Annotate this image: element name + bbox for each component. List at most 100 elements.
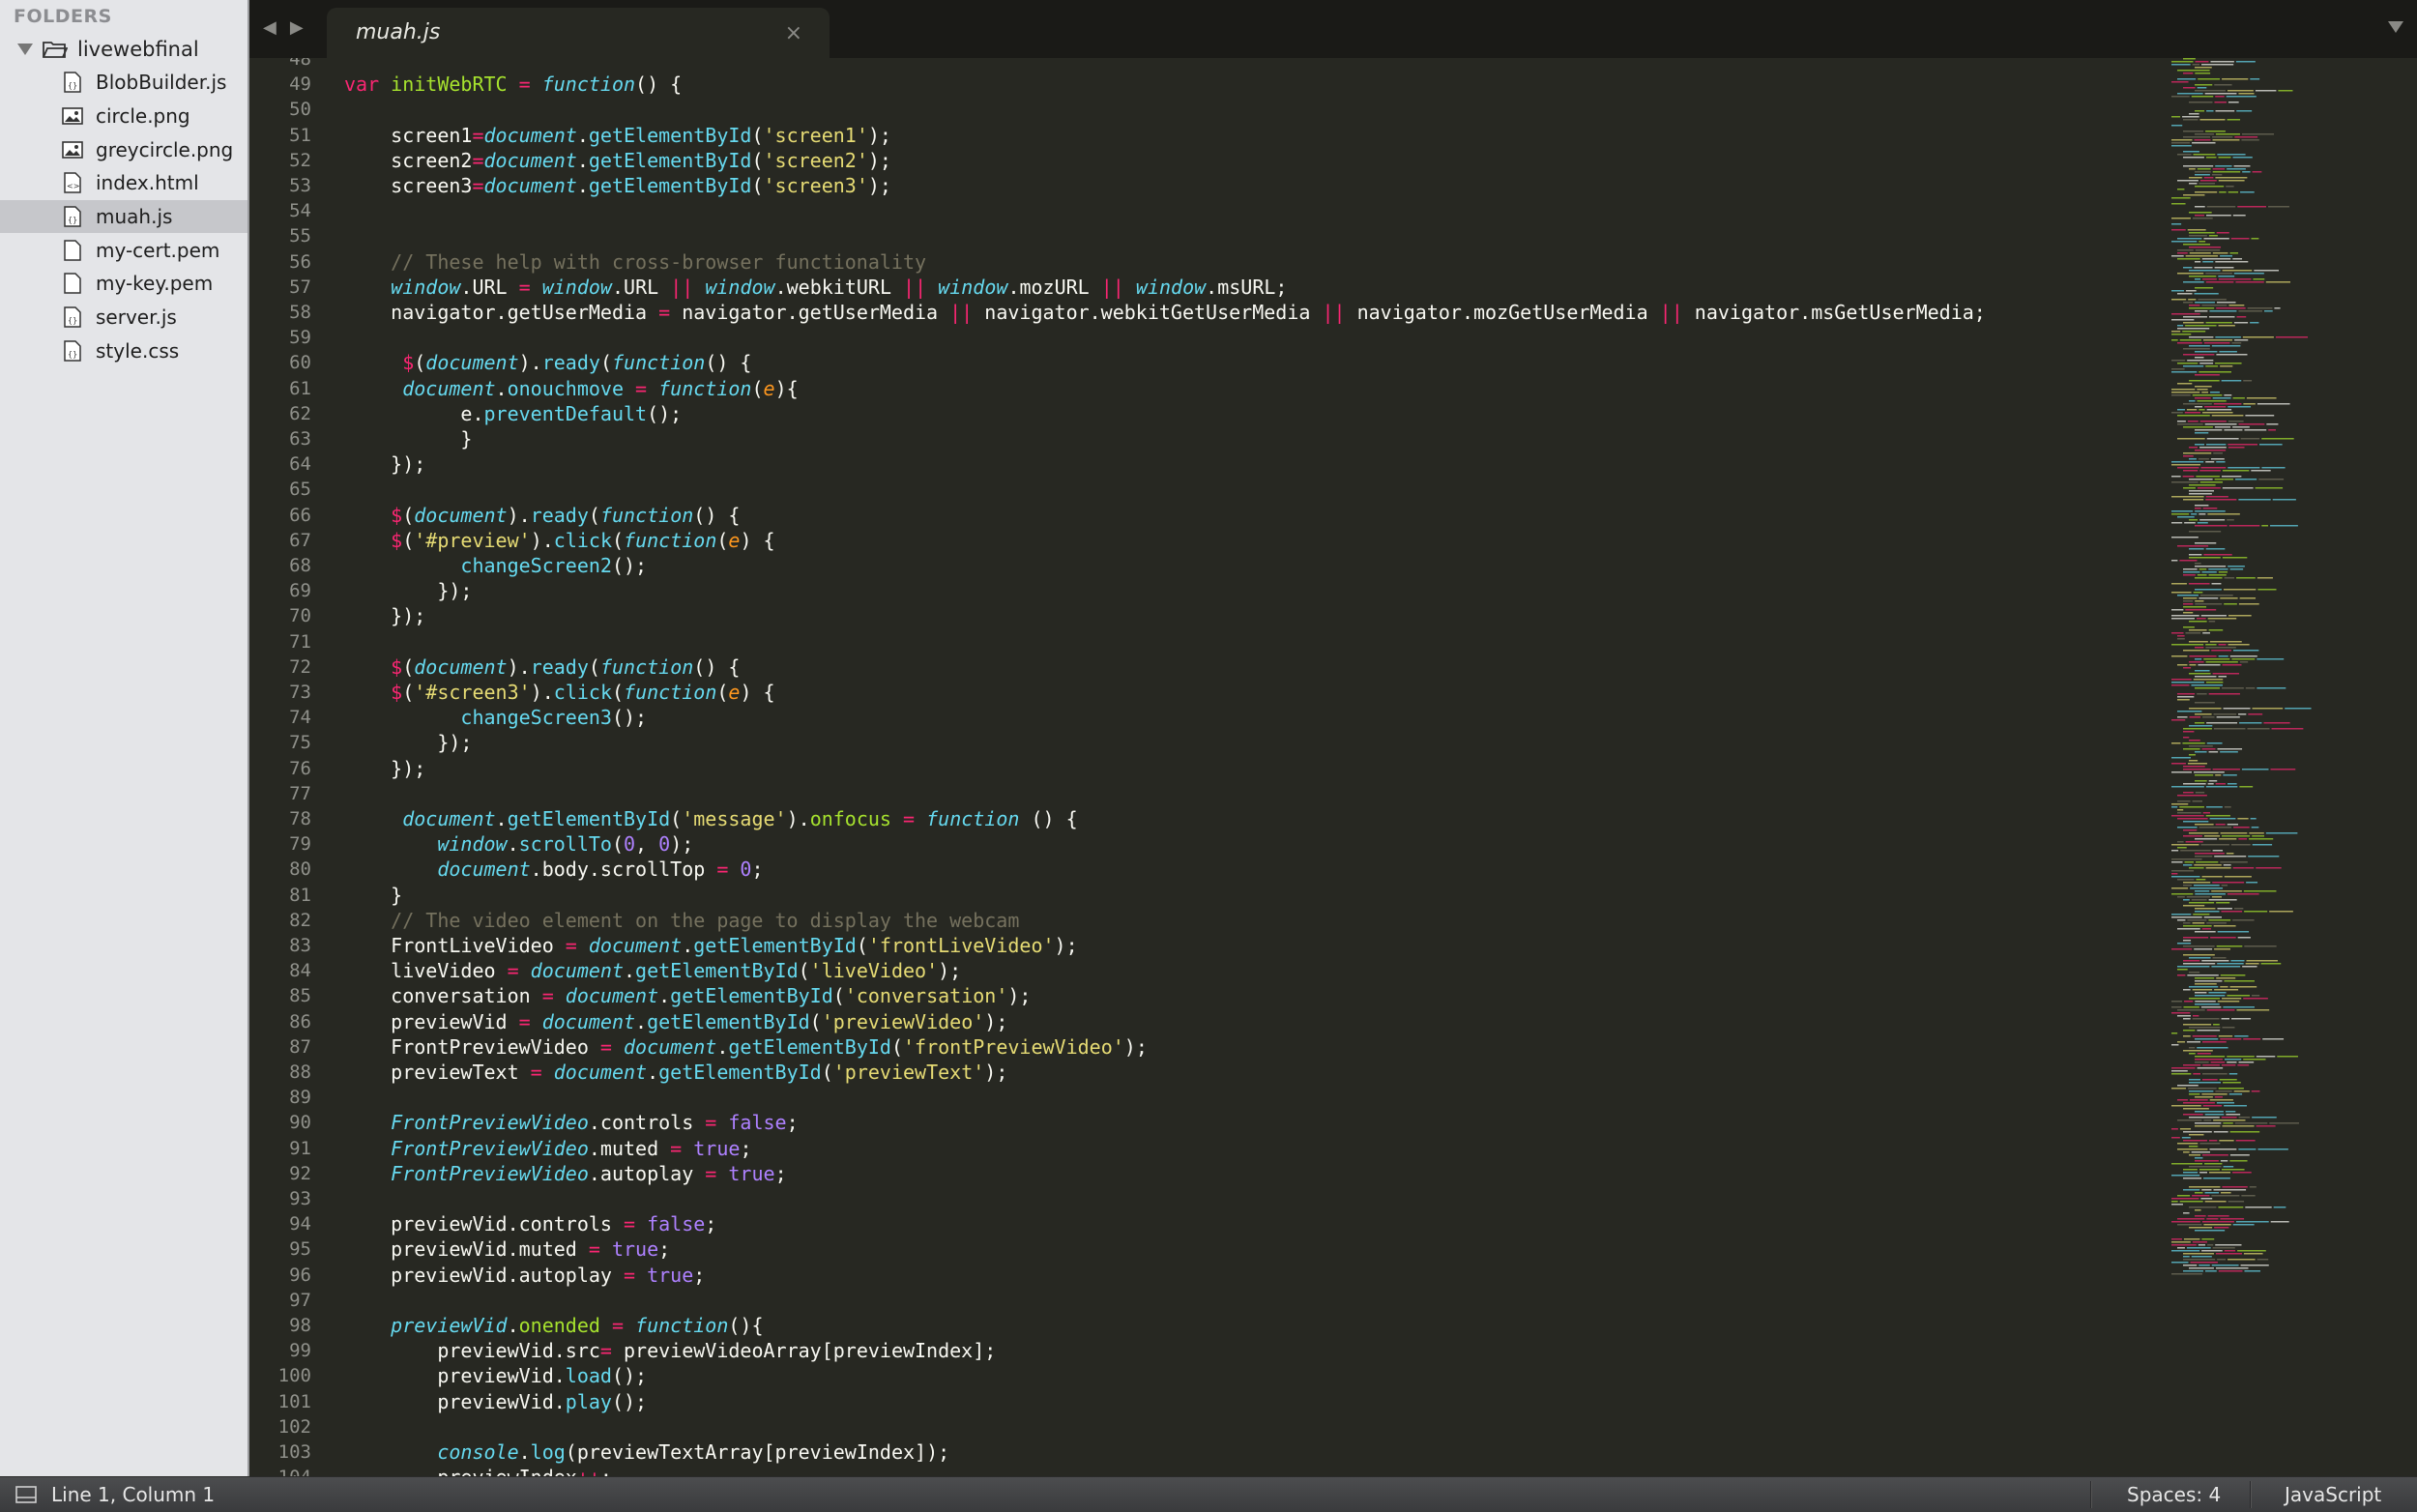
code-editor[interactable]: 48 49 50 51 52 53 54 55 56 57 58 59 60 61 62 63 64 65 66 67… [249,58,2417,1476]
minimap-line [2270,769,2296,771]
code-line[interactable]: }); [344,730,472,755]
code-line[interactable]: document.body.scrollTop = 0; [344,857,763,882]
code-line[interactable]: screen2=document.getElementById('screen2… [344,148,891,173]
code-token: ){ [774,376,799,400]
file-item-index-html[interactable]: <> index.html [0,166,248,200]
minimap-line [2171,1088,2187,1090]
panel-toggle-icon[interactable] [15,1486,37,1503]
minimap-line [2217,963,2244,965]
minimap-line [2171,1221,2200,1223]
chevron-right-icon[interactable]: ▶ [290,17,304,38]
code-line[interactable]: navigator.getUserMedia = navigator.getUs… [344,300,1986,325]
minimap-line [2189,1099,2208,1101]
code-line[interactable]: FrontPreviewVideo.controls = false; [344,1110,798,1135]
code-line[interactable]: window.scrollTo(0, 0); [344,831,693,857]
code-line[interactable]: previewVid.onended = function(){ [344,1313,763,1338]
code-line[interactable]: e.preventDefault(); [344,401,682,426]
folder-livewebfinal[interactable]: livewebfinal [0,33,248,66]
file-item-circle-png[interactable]: circle.png [0,100,248,133]
code-line[interactable]: FrontPreviewVideo = document.getElementB… [344,1034,1148,1060]
file-item-muah-js[interactable]: {} muah.js [0,199,248,234]
minimap-line [2171,145,2192,147]
code-line[interactable]: console.log(previewTextArray[previewInde… [344,1439,949,1465]
code-token: previewVid.src [344,1339,600,1363]
file-item-server-js[interactable]: {} server.js [0,301,248,334]
minimap-line [2185,325,2217,327]
code-line[interactable]: $(document).ready(function() { [344,350,751,375]
code-line[interactable]: $(document).ready(function() { [344,503,740,528]
code-line[interactable]: FrontLiveVideo = document.getElementById… [344,933,1077,958]
minimap-line [2265,281,2291,283]
code-line[interactable]: previewVid.muted = true; [344,1236,670,1262]
code-line[interactable]: previewVid.load(); [344,1363,647,1388]
code-line[interactable]: document.getElementById('message').onfoc… [344,806,1077,831]
minimap-line [2195,687,2221,689]
code-line[interactable]: changeScreen3(); [344,705,647,730]
code-line[interactable]: }); [344,451,425,477]
tab-close-icon[interactable]: × [785,21,802,45]
code-line[interactable]: changeScreen2(); [344,553,647,578]
code-line[interactable]: // These help with cross-browser functio… [344,249,926,275]
minimap-line [2189,661,2204,663]
minimap-line [2204,1270,2217,1272]
code-line[interactable]: liveVideo = document.getElementById('liv… [344,958,961,983]
minimap-line [2177,969,2188,971]
code-line[interactable]: }); [344,578,472,603]
minimap-line [2197,693,2207,695]
code-line[interactable]: $('#screen3').click(function(e) { [344,680,774,705]
code-line[interactable]: FrontPreviewVideo.autoplay = true; [344,1161,786,1186]
minimap-line [2177,238,2202,240]
file-item-style-css[interactable]: {} style.css [0,334,248,368]
code-line[interactable]: var initWebRTC = function() { [344,72,682,97]
file-item-my-cert-pem[interactable]: my-cert.pem [0,233,248,267]
code-line[interactable]: previewVid.src= previewVideoArray[previe… [344,1338,996,1363]
minimap-line [2171,592,2192,594]
minimap-line [2186,409,2198,411]
code-line[interactable]: previewVid.controls = false; [344,1211,716,1236]
minimap-line [2218,325,2235,327]
line-number: 64 [289,453,311,476]
tab-menu-icon[interactable] [2388,21,2403,33]
minimap-line [2207,783,2214,785]
minimap-line [2177,93,2203,95]
code-line[interactable]: window.URL = window.URL || window.webkit… [344,275,1287,300]
tab-muah-js[interactable]: muah.js × [327,8,830,60]
code-line[interactable]: screen3=document.getElementById('screen3… [344,173,891,198]
code-line[interactable]: previewIndex++; [344,1465,612,1476]
code-line[interactable]: }); [344,603,425,628]
code-line[interactable]: $('#preview').click(function(e) { [344,528,774,553]
code-line[interactable]: }); [344,756,425,781]
file-item-greycircle-png[interactable]: greycircle.png [0,132,248,166]
minimap-line [2195,84,2213,86]
file-item-my-key-pem[interactable]: my-key.pem [0,267,248,301]
minimap-line [2241,1195,2256,1197]
code-line[interactable]: $(document).ready(function() { [344,654,740,680]
code-area[interactable]: var initWebRTC = function() { screen1=do… [344,58,2417,1476]
code-line[interactable]: conversation = document.getElementById('… [344,983,1031,1008]
code-line[interactable]: previewVid.play(); [344,1389,647,1414]
code-line[interactable]: FrontPreviewVideo.muted = true; [344,1136,751,1161]
code-line[interactable]: previewVid.autoplay = true; [344,1263,705,1288]
svg-text:<>: <> [67,182,79,190]
code-line[interactable]: } [344,883,402,908]
code-line[interactable]: } [344,426,472,451]
minimap-line [2222,835,2251,837]
minimap-line [2224,429,2243,431]
minimap-line [2171,218,2191,219]
disclosure-triangle-icon[interactable] [17,44,33,55]
chevron-left-icon[interactable]: ◀ [263,17,277,38]
syntax-selector[interactable]: JavaScript [2285,1483,2381,1506]
indentation-setting[interactable]: Spaces: 4 [2127,1483,2221,1506]
code-line[interactable]: screen1=document.getElementById('screen1… [344,123,891,148]
minimap-line [2177,438,2205,440]
minimap-line [2205,786,2238,788]
minimap-line [2171,644,2204,646]
code-line[interactable]: // The video element on the page to disp… [344,908,1019,933]
file-item-blobbuilder-js[interactable]: {} BlobBuilder.js [0,66,248,100]
line-number: 93 [289,1188,311,1209]
minimap[interactable] [2171,58,2394,1286]
minimap-line [2230,238,2250,240]
code-line[interactable]: document.onouchmove = function(e){ [344,376,799,401]
code-line[interactable]: previewText = document.getElementById('p… [344,1060,1007,1085]
code-line[interactable]: previewVid = document.getElementById('pr… [344,1009,1007,1034]
